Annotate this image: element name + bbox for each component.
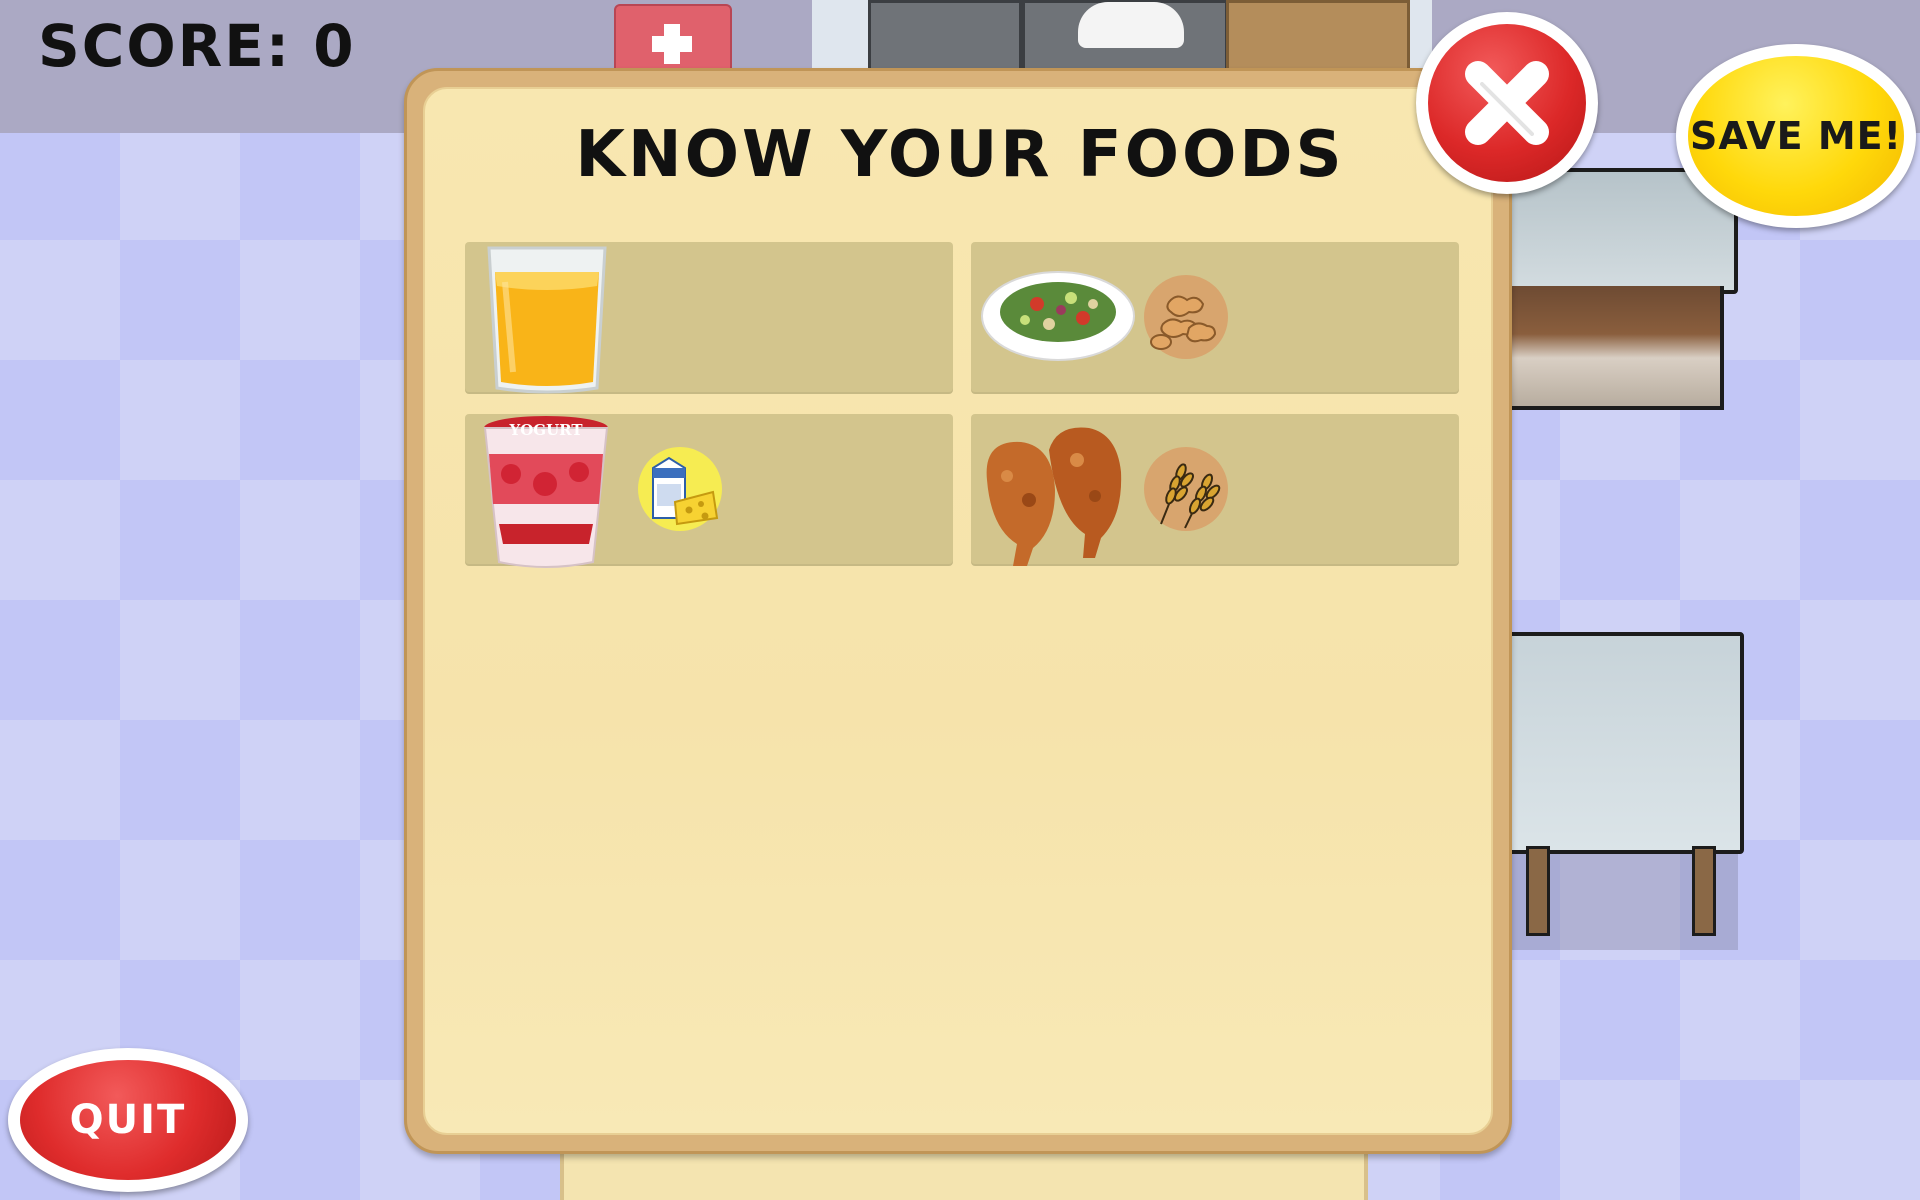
food-grid: YOGURT — [465, 242, 1459, 568]
salad-plate-icon — [981, 271, 1135, 361]
cork-board — [1226, 0, 1410, 76]
save-me-label: SAVE ME! — [1690, 114, 1902, 158]
close-button[interactable] — [1416, 12, 1598, 194]
close-x-icon — [1465, 61, 1549, 145]
peanut-icon — [1144, 275, 1228, 359]
fried-chicken-icon — [986, 427, 1122, 566]
score-label: SCORE: 0 — [38, 12, 356, 80]
yogurt-brand-text: YOGURT — [508, 421, 583, 439]
table-leg — [1692, 846, 1716, 936]
food-card-fried-chicken — [971, 414, 1459, 566]
first-aid-box — [614, 4, 732, 76]
quit-button[interactable]: QUIT — [8, 1048, 248, 1192]
orange-juice-icon — [487, 246, 607, 394]
chef-hat-icon — [1078, 2, 1184, 48]
game-stage: SCORE: 0 KNOW YOUR FOODS YOGURT SAVE ME!… — [0, 0, 1920, 1200]
wheat-icon — [1144, 447, 1228, 531]
save-me-button[interactable]: SAVE ME! — [1676, 44, 1916, 228]
stove — [868, 0, 1022, 74]
yogurt-cup-icon: YOGURT — [483, 416, 609, 568]
food-card-salad — [971, 242, 1459, 394]
food-card-orange-juice — [465, 242, 953, 394]
know-your-foods-panel — [404, 68, 1512, 1154]
panel-title: KNOW YOUR FOODS — [575, 118, 1345, 192]
dining-table — [1490, 632, 1744, 854]
quit-label: QUIT — [69, 1097, 187, 1143]
kitchen-table-side — [1490, 286, 1724, 410]
milk-cheese-icon — [638, 447, 722, 531]
table-leg — [1526, 846, 1550, 936]
food-card-yogurt: YOGURT — [465, 414, 953, 568]
